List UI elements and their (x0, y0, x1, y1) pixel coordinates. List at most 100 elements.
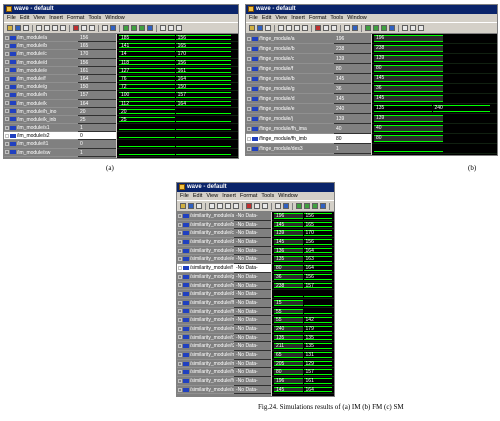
signal-row[interactable]: /im_module/k (4, 100, 78, 108)
signal-row[interactable]: /finge_module/a (246, 34, 334, 44)
menu-insert[interactable]: Insert (222, 193, 236, 199)
menu-format[interactable]: Format (240, 193, 257, 199)
signal-row[interactable]: /finge_module/fh_ima (246, 124, 334, 134)
prev-edge-icon[interactable] (168, 25, 174, 31)
zoom-full-icon[interactable] (139, 25, 145, 31)
signal-row[interactable]: /similarity_module/d (177, 238, 234, 247)
signal-row[interactable]: /im_module/f (4, 75, 78, 84)
signal-row[interactable]: /finge_module/c (246, 54, 334, 64)
expand-toggle-icon[interactable] (247, 106, 251, 111)
expand-toggle-icon[interactable] (178, 283, 182, 288)
cut-icon[interactable] (209, 203, 215, 209)
expand-toggle-icon[interactable] (178, 231, 182, 236)
save-icon[interactable] (188, 203, 194, 209)
signal-row[interactable]: /similarity_module/t1 (177, 334, 234, 343)
signal-row[interactable]: /similarity_module/g (177, 273, 234, 282)
signal-row[interactable]: /im_module/t1 (4, 140, 78, 149)
select-mode-icon[interactable] (102, 25, 108, 31)
zoom-out-icon[interactable] (131, 25, 137, 31)
zoom-fit-icon[interactable] (389, 25, 395, 31)
expand-toggle-icon[interactable] (178, 248, 182, 253)
waveform-pane[interactable]: 196 238 139 80 145 36 145 135 240 139 40 80 (372, 34, 497, 155)
expand-toggle-icon[interactable] (178, 361, 182, 366)
zoom-in-icon[interactable] (365, 25, 371, 31)
open-icon[interactable] (7, 25, 13, 31)
expand-toggle-icon[interactable] (247, 66, 251, 71)
expand-toggle-icon[interactable] (5, 101, 9, 106)
expand-toggle-icon[interactable] (247, 76, 251, 81)
signal-row[interactable]: /im_module/g (4, 83, 78, 92)
expand-toggle-icon[interactable] (5, 35, 9, 40)
print-icon[interactable] (265, 25, 271, 31)
menu-view[interactable]: View (33, 15, 45, 21)
zoom-mode-icon[interactable] (110, 25, 116, 31)
menu-file[interactable]: File (249, 15, 258, 21)
save-icon[interactable] (15, 25, 21, 31)
window-title-bar[interactable]: wave - default (246, 5, 497, 14)
menu-window[interactable]: Window (105, 15, 125, 21)
signal-row[interactable]: /similarity_module/e (177, 255, 234, 265)
find-icon[interactable] (302, 25, 308, 31)
signal-row[interactable]: /finge_module/b (246, 74, 334, 84)
expand-toggle-icon[interactable] (247, 116, 251, 121)
menu-file[interactable]: File (180, 193, 189, 199)
expand-toggle-icon[interactable] (5, 76, 9, 81)
next-edge-icon[interactable] (176, 25, 182, 31)
prev-edge-icon[interactable] (410, 25, 416, 31)
save-icon[interactable] (257, 25, 263, 31)
expand-toggle-icon[interactable] (5, 84, 9, 89)
signal-row[interactable]: /similarity_module/b (177, 221, 234, 230)
menu-window[interactable]: Window (347, 15, 367, 21)
signal-row[interactable]: /similarity_module/f (177, 264, 234, 273)
zoom-in-icon[interactable] (123, 25, 129, 31)
copy-icon[interactable] (286, 25, 292, 31)
zoom-out-icon[interactable] (373, 25, 379, 31)
menu-edit[interactable]: Edit (20, 15, 29, 21)
signal-row[interactable]: /im_module/s1 (4, 124, 78, 133)
menu-view[interactable]: View (206, 193, 218, 199)
signal-row[interactable]: /similarity_module/mean (177, 360, 234, 369)
signal-row[interactable]: /similarity_module/fifth1 (177, 377, 234, 386)
expand-toggle-icon[interactable] (5, 109, 9, 114)
delete-cursor-icon[interactable] (323, 25, 329, 31)
collapse-icon[interactable] (262, 203, 268, 209)
signal-row[interactable]: /im_module/a (4, 34, 78, 43)
collapse-icon[interactable] (331, 25, 337, 31)
expand-toggle-icon[interactable] (5, 51, 9, 56)
cut-icon[interactable] (278, 25, 284, 31)
menu-tools[interactable]: Tools (261, 193, 274, 199)
signal-row[interactable]: /finge_module/d (246, 94, 334, 104)
expand-toggle-icon[interactable] (178, 335, 182, 340)
expand-toggle-icon[interactable] (5, 133, 9, 138)
signal-row[interactable]: /finge_module/fh_imb (246, 134, 334, 144)
open-icon[interactable] (249, 25, 255, 31)
menu-tools[interactable]: Tools (330, 15, 343, 21)
expand-toggle-icon[interactable] (178, 352, 182, 357)
menu-edit[interactable]: Edit (193, 193, 202, 199)
copy-icon[interactable] (44, 25, 50, 31)
signal-row[interactable]: /similarity_module/fh_imb (177, 308, 234, 317)
paste-icon[interactable] (294, 25, 300, 31)
expand-toggle-icon[interactable] (178, 309, 182, 314)
window-title-bar[interactable]: wave - default (4, 5, 238, 14)
expand-toggle-icon[interactable] (178, 257, 182, 262)
signal-row[interactable]: /im_module/h_ino (4, 108, 78, 116)
signal-row[interactable]: /similarity_module/h (177, 282, 234, 291)
expand-toggle-icon[interactable] (5, 150, 9, 155)
paste-icon[interactable] (225, 203, 231, 209)
signal-row[interactable]: /im_module/s2 (4, 132, 78, 141)
signal-row[interactable]: /im_module/sw (4, 149, 78, 157)
menu-view[interactable]: View (275, 15, 287, 21)
expand-toggle-icon[interactable] (247, 56, 251, 61)
find-edge-icon[interactable] (160, 25, 166, 31)
open-icon[interactable] (180, 203, 186, 209)
signal-row[interactable]: /im_module/k_inb (4, 116, 78, 125)
expand-toggle-icon[interactable] (178, 387, 182, 392)
zoom-fit-icon[interactable] (320, 203, 326, 209)
signal-row[interactable]: /finge_module/b (246, 44, 334, 54)
zoom-mode-icon[interactable] (283, 203, 289, 209)
insert-cursor-icon[interactable] (315, 25, 321, 31)
print-icon[interactable] (23, 25, 29, 31)
expand-toggle-icon[interactable] (247, 136, 251, 141)
expand-toggle-icon[interactable] (178, 370, 182, 375)
